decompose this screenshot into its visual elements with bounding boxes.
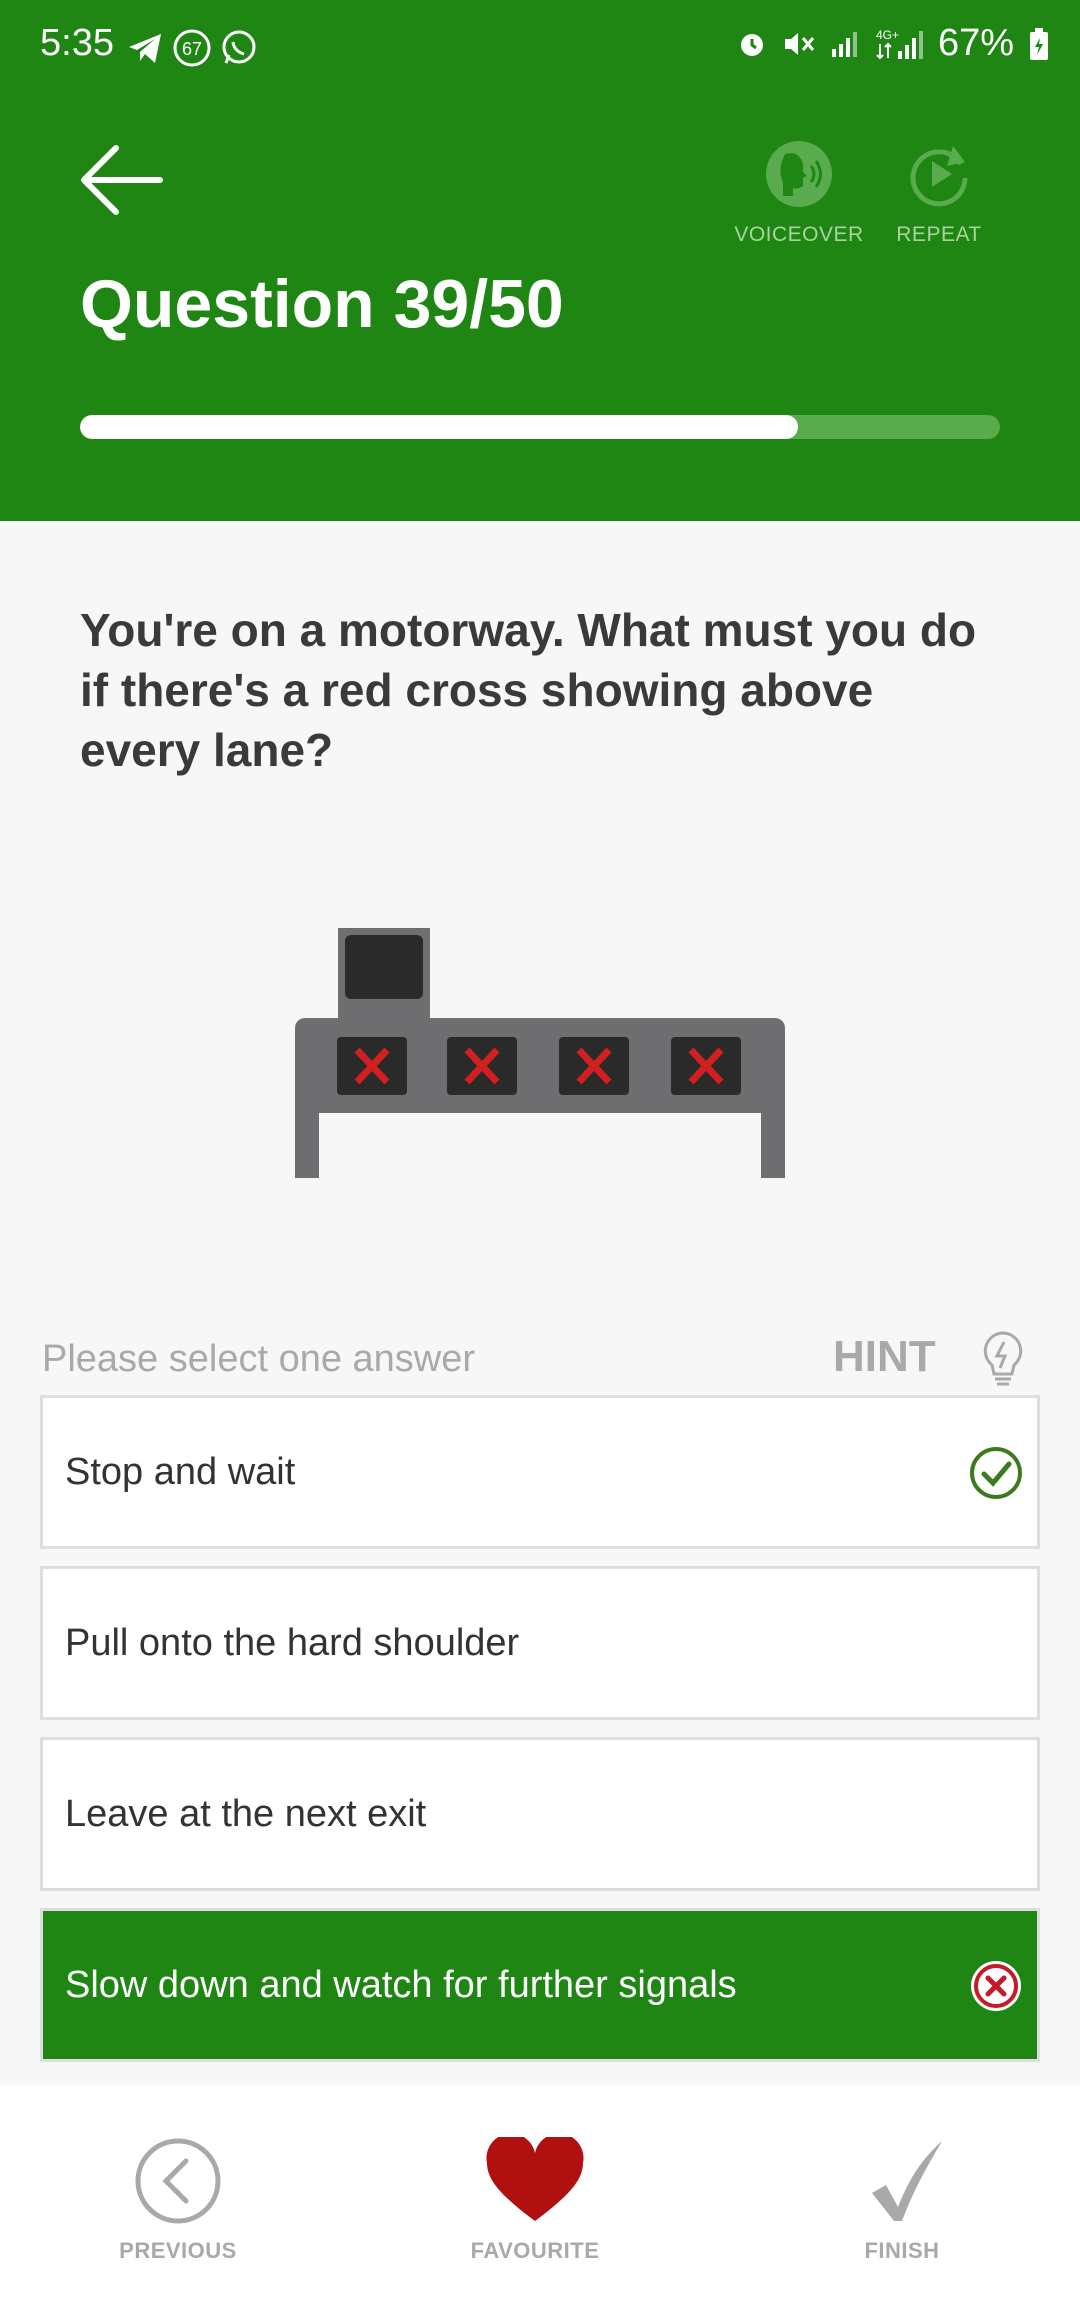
mute-icon (784, 32, 815, 55)
finish-label: FINISH (864, 2238, 940, 2263)
lane-signal-red-cross-4 (671, 1037, 741, 1095)
battery-charging-icon (1030, 27, 1048, 60)
answer-option-label: Slow down and watch for further signals (65, 1964, 737, 2006)
answer-instruction: Please select one answer (42, 1338, 476, 1380)
alarm-icon (740, 33, 763, 56)
favourite-label: FAVOURITE (470, 2238, 600, 2263)
answer-option-1[interactable]: Stop and wait (40, 1395, 1040, 1549)
svg-text:67: 67 (182, 39, 202, 59)
answer-option-3[interactable]: Leave at the next exit (40, 1737, 1040, 1891)
hint-button[interactable]: HINT (833, 1332, 936, 1382)
quiz-progress-fill (80, 415, 798, 439)
answer-option-label: Leave at the next exit (65, 1793, 427, 1835)
battery-percent: 67% (937, 22, 1014, 64)
voiceover-label: VOICEOVER (734, 223, 864, 246)
wrong-cross-icon (971, 1961, 1021, 2011)
header: 5:35 67 4G+ 67% VOICEOVER REPEAT Questio… (0, 0, 1080, 521)
lane-signal-red-cross-2 (447, 1037, 517, 1095)
finish-button[interactable]: FINISH (792, 2137, 1012, 2264)
signal-icon (831, 31, 857, 57)
svg-text:4G+: 4G+ (876, 28, 899, 42)
answer-option-2[interactable]: Pull onto the hard shoulder (40, 1566, 1040, 1720)
back-arrow-icon[interactable] (80, 140, 164, 220)
voiceover-icon (766, 141, 832, 207)
telegram-icon (129, 34, 161, 63)
voiceover-button[interactable]: VOICEOVER (729, 140, 869, 247)
chevron-left-circle-icon (135, 2138, 221, 2224)
answer-option-label: Pull onto the hard shoulder (65, 1622, 520, 1664)
heart-icon (486, 2133, 584, 2221)
status-bar: 5:35 67 4G+ 67% (0, 0, 1080, 96)
previous-button[interactable]: PREVIOUS (68, 2137, 288, 2264)
whatsapp-icon (222, 30, 256, 64)
repeat-button[interactable]: REPEAT (869, 140, 1009, 247)
4g-signal-icon: 4G+ (876, 28, 923, 59)
lane-signal-red-cross-3 (559, 1037, 629, 1095)
previous-label: PREVIOUS (119, 2238, 237, 2263)
lane-signal-red-cross-1 (337, 1037, 407, 1095)
checkmark-icon (872, 2141, 942, 2221)
question-text: You're on a motorway. What must you do i… (80, 604, 977, 776)
correct-check-icon (970, 1447, 1022, 1499)
repeat-label: REPEAT (896, 223, 982, 246)
lightbulb-icon[interactable] (980, 1330, 1026, 1390)
answer-option-label: Stop and wait (65, 1451, 296, 1493)
bottom-navigation: PREVIOUS FAVOURITE FINISH (0, 2085, 1080, 2316)
status-time: 5:35 (40, 22, 114, 64)
repeat-icon (910, 146, 968, 207)
question-counter-title: Question 39/50 (80, 266, 564, 342)
answer-option-4-selected[interactable]: Slow down and watch for further signals (40, 1908, 1040, 2062)
quiz-progress-bar (80, 415, 1000, 439)
badge-count-icon: 67 (173, 29, 211, 67)
favourite-button[interactable]: FAVOURITE (425, 2133, 645, 2264)
motorway-gantry-image (295, 928, 785, 1178)
